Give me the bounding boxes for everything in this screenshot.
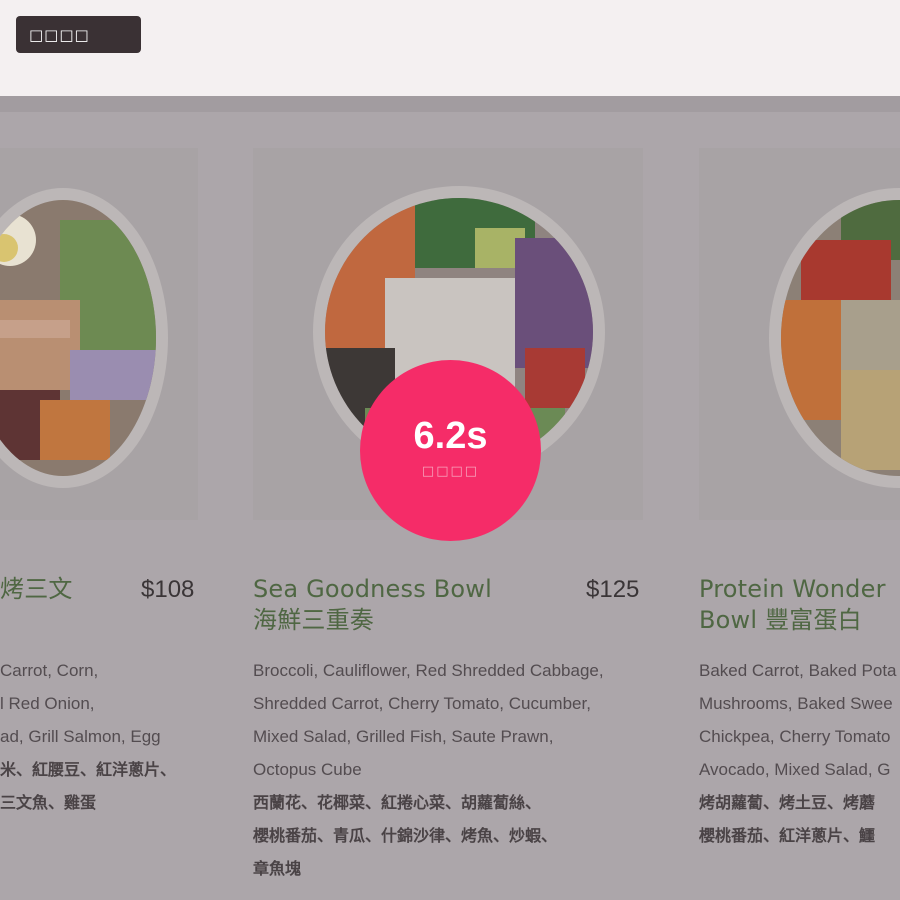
card-price: $125 — [586, 576, 640, 603]
top-action-button[interactable]: □□□□ — [16, 16, 141, 53]
bowl-food — [0, 200, 156, 476]
desc-line: Mushrooms, Baked Swee — [699, 694, 893, 713]
desc-line: Carrot, Corn, — [0, 661, 99, 680]
card-price: $108 — [141, 576, 195, 603]
top-bar: □□□□ — [0, 0, 900, 96]
card-title-zh: Bowl 豐富蛋白 — [699, 606, 862, 634]
desc-line-zh: 章魚塊 — [253, 859, 302, 878]
card-description: Carrot, Corn, l Red Onion, ad, Grill Sal… — [0, 654, 176, 819]
card-title: Protein Wonder — [699, 575, 886, 603]
card-description: Broccoli, Cauliflower, Red Shredded Cabb… — [253, 654, 604, 885]
desc-line: Shredded Carrot, Cherry Tomato, Cucumber… — [253, 694, 591, 713]
desc-line-zh: 三文魚、雞蛋 — [0, 793, 97, 812]
desc-line-zh: 櫻桃番茄、紅洋蔥片、鱷 — [699, 826, 876, 845]
desc-line: Broccoli, Cauliflower, Red Shredded Cabb… — [253, 661, 604, 680]
bowl-image — [0, 188, 168, 488]
bowl-image — [769, 188, 900, 488]
timer-value: 6.2s — [413, 414, 488, 457]
card-title: Sea Goodness Bowl — [253, 575, 492, 603]
desc-line: ad, Grill Salmon, Egg — [0, 727, 161, 746]
card-title: 烤三文 — [0, 575, 73, 603]
menu-card-protein-wonder: Protein Wonder Bowl 豐富蛋白 Baked Carrot, B… — [699, 112, 900, 900]
timer-label: □□□□ — [421, 463, 480, 479]
viewer-edge — [0, 96, 900, 112]
card-title-zh: 海鮮三重奏 — [253, 606, 374, 634]
desc-line: Avocado, Mixed Salad, G — [699, 760, 891, 779]
protein-bowl-illustration — [781, 200, 900, 476]
desc-line-zh: 烤胡蘿蔔、烤土豆、烤蘑 — [699, 793, 876, 812]
desc-line-zh: 櫻桃番茄、青瓜、什錦沙律、烤魚、炒蝦、 — [253, 826, 558, 845]
bowl-food — [781, 200, 900, 476]
desc-line-zh: 西蘭花、花椰菜、紅捲心菜、胡蘿蔔絲、 — [253, 793, 542, 812]
food-photo — [0, 148, 198, 520]
menu-card-salmon: 烤三文 $108 Carrot, Corn, l Red Onion, ad, … — [0, 112, 198, 900]
card-description: Baked Carrot, Baked Pota Mushrooms, Bake… — [699, 654, 897, 852]
timer-badge: 6.2s □□□□ — [360, 360, 541, 541]
desc-line: l Red Onion, — [0, 694, 95, 713]
food-photo — [699, 148, 900, 520]
desc-line: Baked Carrot, Baked Pota — [699, 661, 897, 680]
desc-line: Octopus Cube — [253, 760, 362, 779]
desc-line: Chickpea, Cherry Tomato — [699, 727, 891, 746]
salmon-bowl-illustration — [0, 200, 156, 476]
desc-line: Mixed Salad, Grilled Fish, Saute Prawn, — [253, 727, 554, 746]
desc-line-zh: 米、紅腰豆、紅洋蔥片、 — [0, 760, 177, 779]
